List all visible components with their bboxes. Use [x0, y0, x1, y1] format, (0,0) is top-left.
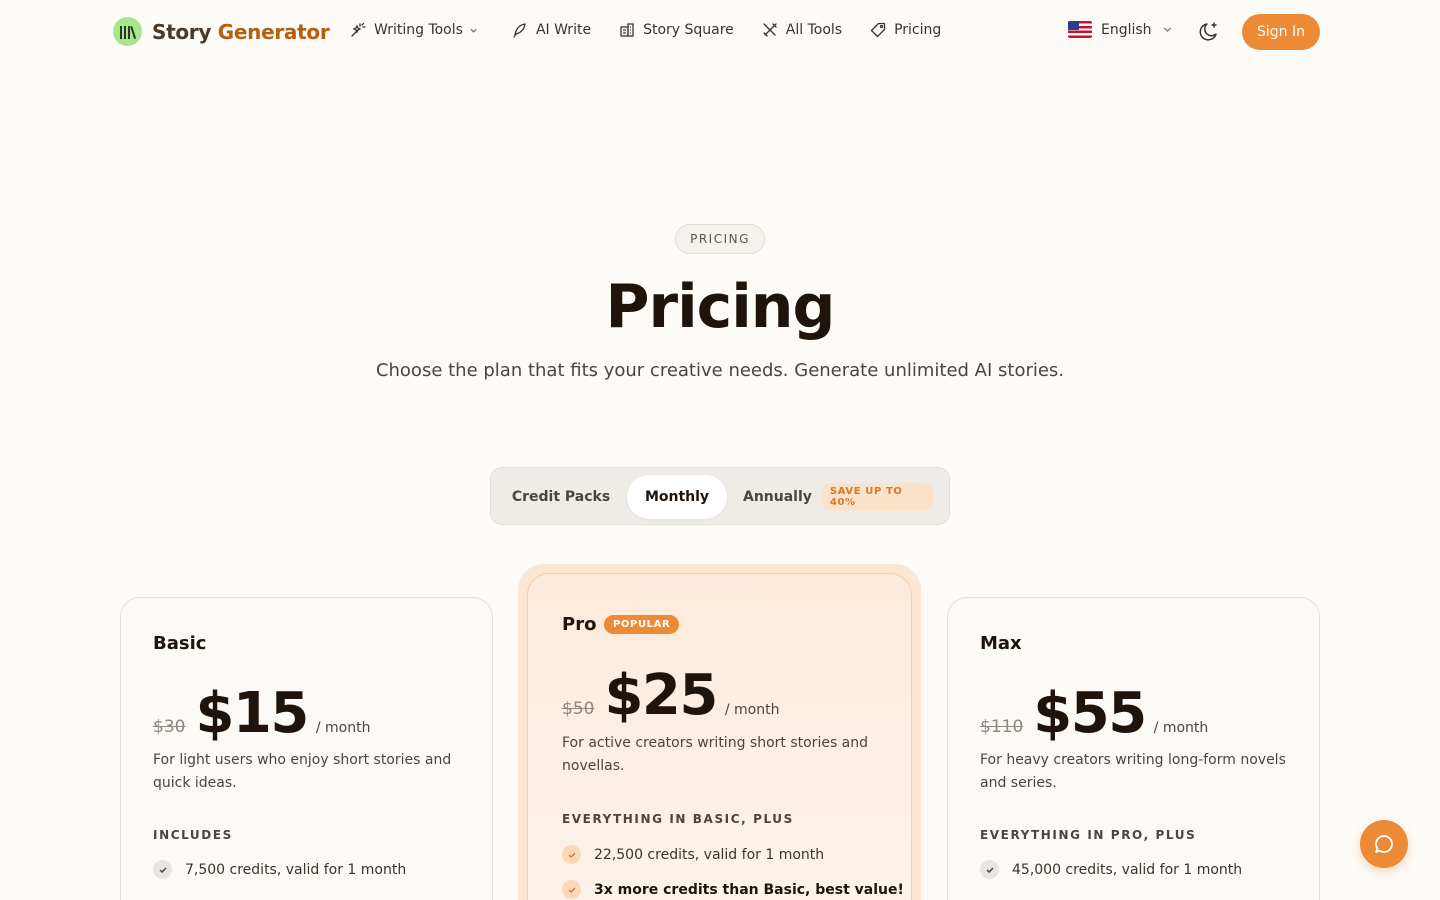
- logo[interactable]: Story Generator: [113, 17, 330, 46]
- plan-card-basic: Basic $30 $15 / month For light users wh…: [120, 597, 493, 900]
- site-header: Story Generator Writing Tools AI Write S…: [0, 0, 1440, 64]
- tools-icon: [763, 23, 777, 37]
- feather-icon: [513, 23, 526, 38]
- books-icon: [113, 17, 142, 46]
- feature-item: 7,500 credits, valid for 1 month: [153, 860, 406, 879]
- tag-icon: [870, 22, 886, 38]
- price-row: $110 $55 / month: [980, 686, 1208, 742]
- brand-name: Story Generator: [152, 19, 330, 44]
- main-nav: Writing Tools AI Write Story Square All …: [350, 22, 941, 38]
- price: $55: [1033, 681, 1147, 746]
- includes-label: INCLUDES: [153, 828, 233, 842]
- popular-badge: POPULAR: [604, 615, 680, 634]
- old-price: $50: [562, 699, 595, 719]
- feature-text: 7,500 credits, valid for 1 month: [185, 861, 407, 878]
- feature-item: 22,500 credits, valid for 1 month: [562, 845, 824, 864]
- nav-pricing[interactable]: Pricing: [870, 22, 941, 38]
- language-selector[interactable]: English: [1068, 21, 1173, 38]
- plan-description: For light users who enjoy short stories …: [153, 752, 452, 791]
- theme-toggle[interactable]: [1197, 20, 1221, 44]
- plan-card-pro: Pro POPULAR $50 $25 / month For active c…: [527, 573, 912, 900]
- nav-label: All Tools: [785, 22, 843, 38]
- magic-wand-icon: [351, 22, 366, 37]
- old-price: $30: [153, 717, 186, 737]
- moon-sparkle-icon: [1199, 22, 1217, 41]
- pricing-eyebrow: PRICING: [675, 224, 765, 254]
- feature-item: 45,000 credits, valid for 1 month: [980, 860, 1242, 879]
- feature-item: 3x more credits than Basic, best value!: [562, 880, 904, 899]
- plan-card-max: Max $110 $55 / month For heavy creators …: [947, 597, 1320, 900]
- feature-text: 22,500 credits, valid for 1 month: [594, 846, 825, 863]
- nav-label: Writing Tools: [374, 22, 463, 38]
- tab-annually-label: Annually: [743, 489, 812, 505]
- chevron-down-icon: [470, 28, 477, 33]
- us-flag-icon: [1068, 21, 1092, 38]
- plan-name: Basic: [153, 633, 207, 654]
- plan-description: For heavy creators writing long-form nov…: [980, 752, 1286, 791]
- nav-label: AI Write: [535, 22, 592, 38]
- tab-monthly[interactable]: Monthly: [627, 475, 727, 519]
- chat-button[interactable]: [1360, 820, 1408, 868]
- nav-label: Pricing: [894, 22, 942, 38]
- sign-in-button[interactable]: Sign In: [1242, 14, 1320, 50]
- nav-label: Story Square: [643, 22, 734, 38]
- price: $25: [604, 663, 718, 728]
- price-row: $50 $25 / month: [562, 668, 779, 724]
- check-icon: [980, 860, 999, 879]
- page-subtitle: Choose the plan that fits your creative …: [375, 360, 1065, 381]
- chevron-down-icon: [1163, 27, 1171, 33]
- check-icon: [153, 860, 172, 879]
- language-label: English: [1101, 21, 1152, 38]
- price-period: / month: [724, 702, 780, 718]
- nav-writing-tools[interactable]: Writing Tools: [350, 22, 478, 38]
- plan-name: Pro: [562, 614, 597, 635]
- nav-ai-write[interactable]: AI Write: [512, 22, 591, 38]
- building-icon: [620, 23, 634, 37]
- check-icon: [562, 845, 581, 864]
- feature-text: 3x more credits than Basic, best value!: [594, 881, 904, 898]
- check-icon: [562, 880, 581, 899]
- nav-all-tools[interactable]: All Tools: [762, 22, 842, 38]
- plan-name: Max: [980, 633, 1022, 654]
- price-row: $30 $15 / month: [153, 686, 370, 742]
- tab-annually[interactable]: Annually SAVE UP TO 40%: [743, 475, 933, 519]
- feature-text: 45,000 credits, valid for 1 month: [1012, 861, 1243, 878]
- includes-label: EVERYTHING IN BASIC, PLUS: [562, 812, 794, 826]
- tab-credit-packs[interactable]: Credit Packs: [505, 475, 617, 519]
- save-badge: SAVE UP TO 40%: [821, 483, 933, 511]
- billing-toggle: Credit Packs Monthly Annually SAVE UP TO…: [490, 467, 950, 525]
- chat-bubble-icon: [1375, 835, 1393, 853]
- old-price: $110: [980, 717, 1024, 737]
- plan-description: For active creators writing short storie…: [562, 735, 869, 774]
- nav-story-square[interactable]: Story Square: [619, 22, 734, 38]
- price-period: / month: [1153, 720, 1209, 736]
- price-period: / month: [315, 720, 371, 736]
- price: $15: [195, 681, 309, 746]
- includes-label: EVERYTHING IN PRO, PLUS: [980, 828, 1197, 842]
- page-title: Pricing: [605, 272, 836, 342]
